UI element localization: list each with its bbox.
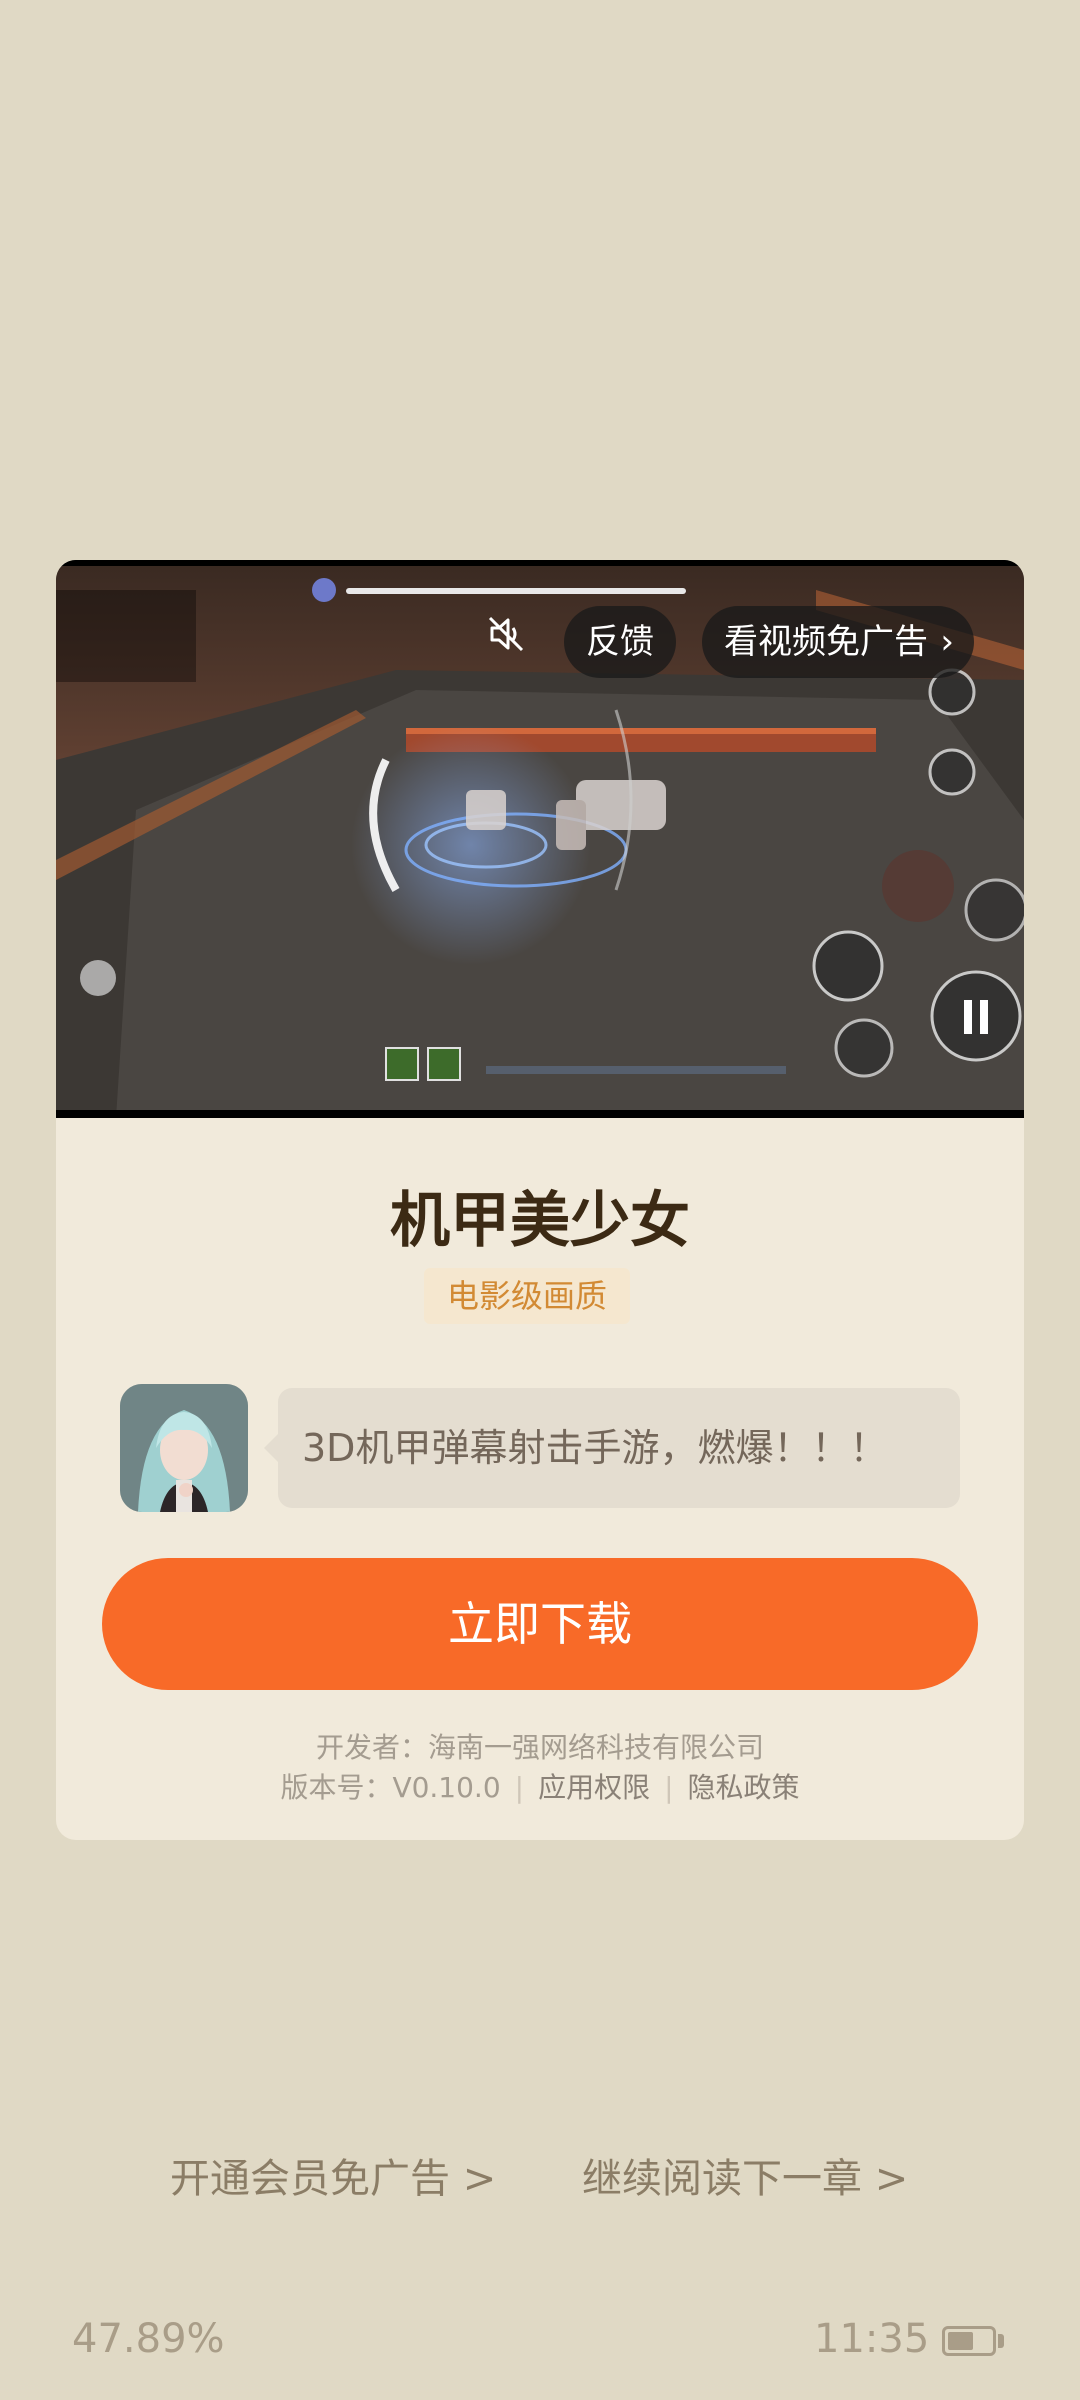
open-vip-no-ads-link[interactable]: 开通会员免广告 > xyxy=(170,2146,496,2204)
quality-tag: 电影级画质 xyxy=(424,1268,630,1324)
divider: | xyxy=(514,1771,525,1804)
divider: | xyxy=(664,1771,674,1804)
mute-button[interactable] xyxy=(484,612,546,674)
download-button[interactable]: 立即下载 xyxy=(102,1558,978,1690)
continue-next-chapter-link[interactable]: 继续阅读下一章 > xyxy=(582,2146,908,2204)
app-meta-line: 版本号：V0.10.0 | 应用权限 | 隐私政策 xyxy=(56,1766,1024,1806)
privacy-link[interactable]: 隐私政策 xyxy=(688,1771,800,1804)
battery-cap xyxy=(998,2334,1004,2348)
watch-video-no-ads-label: 看视频免广告 xyxy=(724,622,928,662)
description-bubble: 3D机甲弹幕射击手游，燃爆！！！ xyxy=(264,1388,960,1508)
watch-video-no-ads-button[interactable]: 看视频免广告 › xyxy=(702,606,974,678)
game-title: 机甲美少女 xyxy=(390,1186,690,1256)
permissions-link[interactable]: 应用权限 xyxy=(538,1771,650,1804)
clock-time: 11:35 xyxy=(814,2316,930,2362)
ad-video[interactable]: 反馈 看视频免广告 › xyxy=(56,560,1024,1118)
developer-info: 开发者：海南一强网络科技有限公司 xyxy=(315,1731,764,1764)
battery-level xyxy=(948,2332,973,2350)
app-icon[interactable] xyxy=(120,1384,248,1512)
version-info: 版本号：V0.10.0 xyxy=(280,1771,501,1804)
chevron-right-icon: › xyxy=(940,622,954,662)
battery-icon xyxy=(942,2326,996,2356)
game-avatar-icon xyxy=(120,1384,248,1512)
reading-progress: 47.89% xyxy=(72,2316,225,2362)
feedback-label: 反馈 xyxy=(586,622,654,662)
ad-card: 反馈 看视频免广告 › 机甲美少女 电影级画质 3D机甲弹幕射击手游，燃爆！！！… xyxy=(56,560,1024,1840)
feedback-button[interactable]: 反馈 xyxy=(564,606,676,678)
speaker-muted-icon xyxy=(488,616,524,652)
